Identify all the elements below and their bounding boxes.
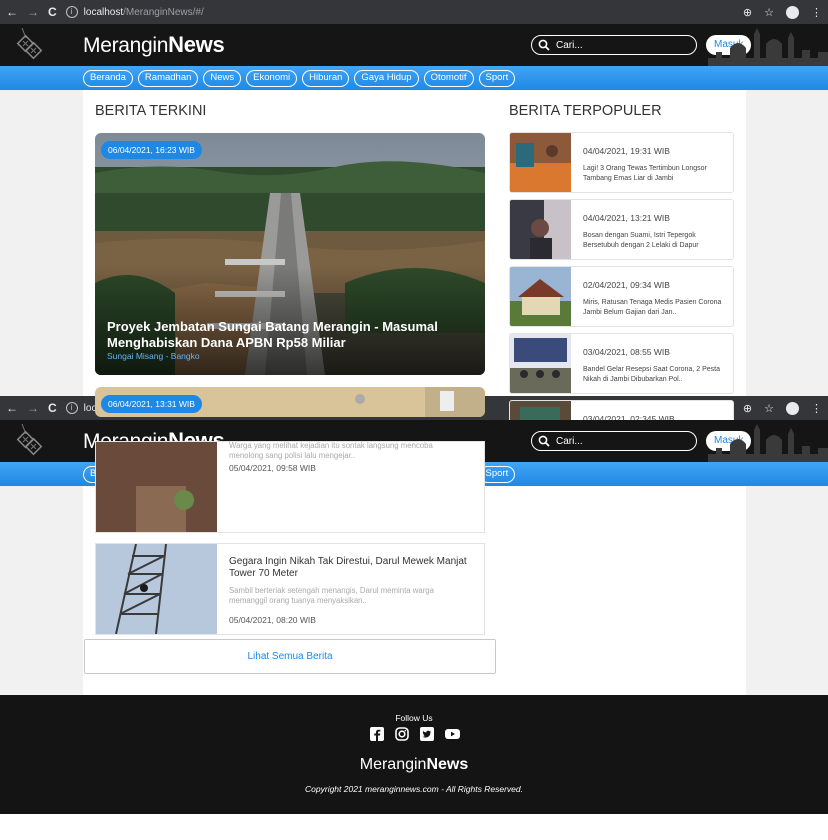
news-thumbnail xyxy=(96,442,217,532)
twitter-icon[interactable] xyxy=(419,727,434,741)
news-list-item[interactable]: Warga yang melihat kejadian itu sontak l… xyxy=(95,441,485,533)
news-title[interactable]: Gegara Ingin Nikah Tak Direstui, Darul M… xyxy=(229,556,479,580)
news-date: 05/04/2021, 09:58 WIB xyxy=(229,463,316,473)
bookmark-star-icon[interactable]: ☆ xyxy=(764,6,774,19)
popular-title[interactable]: Bosan dengan Suami, Istri Tepergok Berse… xyxy=(583,231,728,250)
forward-arrow-icon[interactable]: → xyxy=(27,401,39,415)
category-hiburan[interactable]: Hiburan xyxy=(302,69,350,87)
article-date-badge: 06/04/2021, 13:31 WIB xyxy=(101,395,202,413)
popular-item[interactable]: 04/04/2021, 19:31 WIB Lagi! 3 Orang Tewa… xyxy=(509,132,734,193)
search-box[interactable] xyxy=(531,431,697,451)
popular-item[interactable]: 04/04/2021, 13:21 WIB Bosan dengan Suami… xyxy=(509,199,734,260)
category-beranda[interactable]: Beranda xyxy=(83,69,133,87)
popular-thumbnail xyxy=(510,133,571,192)
category-news[interactable]: News xyxy=(203,69,242,87)
popular-title[interactable]: Lagi! 3 Orang Tewas Tertimbun Longsor Ta… xyxy=(583,164,728,183)
browser-nav: ← → C xyxy=(6,5,57,19)
latest-news-heading: BERITA TERKINI xyxy=(95,103,207,119)
featured-article[interactable]: 06/04/2021, 16:23 WIB Proyek Jembatan Su… xyxy=(95,133,485,375)
popular-title[interactable]: Bandel Gelar Resepsi Saat Corona, 2 Pest… xyxy=(583,365,728,384)
social-links xyxy=(0,727,828,741)
facebook-icon[interactable] xyxy=(369,727,384,741)
popular-thumbnail xyxy=(510,200,571,259)
see-all-news-button[interactable]: Lihat Semua Berita xyxy=(84,639,496,674)
popular-date: 03/04/2021, 08:55 WIB xyxy=(583,347,670,357)
popular-date: 04/04/2021, 19:31 WIB xyxy=(583,146,670,156)
category-sport[interactable]: Sport xyxy=(478,69,516,87)
popular-date: 02/04/2021, 09:34 WIB xyxy=(583,280,670,290)
install-icon[interactable]: ⊕ xyxy=(743,6,752,19)
profile-avatar-icon[interactable] xyxy=(786,401,799,415)
main-content: Warga yang melihat kejadian itu sontak l… xyxy=(83,441,746,695)
featured-article-location: Sungai Misang - Bangko xyxy=(107,351,200,361)
ketupat-ornament-icon xyxy=(16,424,43,456)
site-info-icon[interactable]: i xyxy=(65,6,78,18)
popular-date: 04/04/2021, 13:21 WIB xyxy=(583,213,670,223)
reload-icon[interactable]: C xyxy=(48,5,57,19)
install-icon[interactable]: ⊕ xyxy=(743,402,752,415)
browser-toolbar: ← → C i localhost/MeranginNews/#/ ⊕ ☆ ⋮ xyxy=(0,0,828,24)
news-excerpt: Sambil berteriak setengah menangis, Daru… xyxy=(229,586,434,605)
mosque-skyline-icon xyxy=(708,28,828,66)
search-input[interactable] xyxy=(556,39,686,51)
news-list-item[interactable]: Gegara Ingin Nikah Tak Direstui, Darul M… xyxy=(95,543,485,635)
popular-title[interactable]: Miris, Ratusan Tenaga Medis Pasien Coron… xyxy=(583,298,728,317)
news-thumbnail xyxy=(96,544,217,634)
popular-thumbnail xyxy=(510,334,571,393)
site-logo[interactable]: MeranginNews xyxy=(83,32,225,58)
profile-avatar-icon[interactable] xyxy=(786,5,799,19)
url-path: /MeranginNews/#/ xyxy=(123,6,204,18)
forward-arrow-icon[interactable]: → xyxy=(27,5,39,19)
ketupat-ornament-icon xyxy=(16,28,43,60)
browser-actions: ⊕ ☆ ⋮ xyxy=(743,5,822,19)
site-header: MeranginNews Masuk xyxy=(0,24,828,66)
page-body-top: BERITA TERKINI BERITA TERPOPULER 06/04/2… xyxy=(0,90,828,461)
site-info-icon[interactable]: i xyxy=(65,402,78,414)
address-bar[interactable]: i localhost/MeranginNews/#/ xyxy=(65,3,743,21)
footer-logo[interactable]: MeranginNews xyxy=(0,756,828,774)
instagram-icon[interactable] xyxy=(394,727,409,741)
category-gaya-hidup[interactable]: Gaya Hidup xyxy=(354,69,419,87)
main-content: BERITA TERKINI BERITA TERPOPULER 06/04/2… xyxy=(83,90,746,461)
category-otomotif[interactable]: Otomotif xyxy=(423,69,474,87)
bookmark-star-icon[interactable]: ☆ xyxy=(764,402,774,415)
category-nav: Beranda Ramadhan News Ekonomi Hiburan Ga… xyxy=(0,66,828,90)
reload-icon[interactable]: C xyxy=(48,401,57,415)
url-host: localhost xyxy=(83,6,124,18)
news-excerpt: Warga yang melihat kejadian itu sontak l… xyxy=(229,441,433,460)
search-icon xyxy=(538,39,550,51)
youtube-icon[interactable] xyxy=(444,727,460,741)
category-ramadhan[interactable]: Ramadhan xyxy=(137,69,199,87)
back-arrow-icon[interactable]: ← xyxy=(6,401,18,415)
search-icon xyxy=(538,435,550,447)
page-body-bottom: Warga yang melihat kejadian itu sontak l… xyxy=(0,441,828,695)
mosque-skyline-icon xyxy=(708,424,828,462)
browser-menu-icon[interactable]: ⋮ xyxy=(811,6,822,19)
follow-us-label: Follow Us xyxy=(395,713,433,723)
search-box[interactable] xyxy=(531,35,697,55)
browser-menu-icon[interactable]: ⋮ xyxy=(811,402,822,415)
popular-news-heading: BERITA TERPOPULER xyxy=(509,103,662,119)
featured-article-title[interactable]: Proyek Jembatan Sungai Batang Merangin -… xyxy=(107,319,445,351)
copyright-text: Copyright 2021 meranginnews.com - All Ri… xyxy=(305,784,523,794)
popular-thumbnail xyxy=(510,267,571,326)
browser-nav: ← → C xyxy=(6,401,57,415)
popular-item[interactable]: 03/04/2021, 08:55 WIB Bandel Gelar Resep… xyxy=(509,333,734,394)
featured-article-2[interactable]: 06/04/2021, 13:31 WIB xyxy=(95,387,485,417)
site-footer: Follow Us MeranginNews Copyright 2021 me… xyxy=(0,695,828,814)
news-date: 05/04/2021, 08:20 WIB xyxy=(229,615,316,625)
search-input[interactable] xyxy=(556,435,686,447)
category-ekonomi[interactable]: Ekonomi xyxy=(246,69,298,87)
article-date-badge: 06/04/2021, 16:23 WIB xyxy=(101,141,202,159)
back-arrow-icon[interactable]: ← xyxy=(6,5,18,19)
browser-actions: ⊕ ☆ ⋮ xyxy=(743,401,822,415)
popular-item[interactable]: 02/04/2021, 09:34 WIB Miris, Ratusan Ten… xyxy=(509,266,734,327)
